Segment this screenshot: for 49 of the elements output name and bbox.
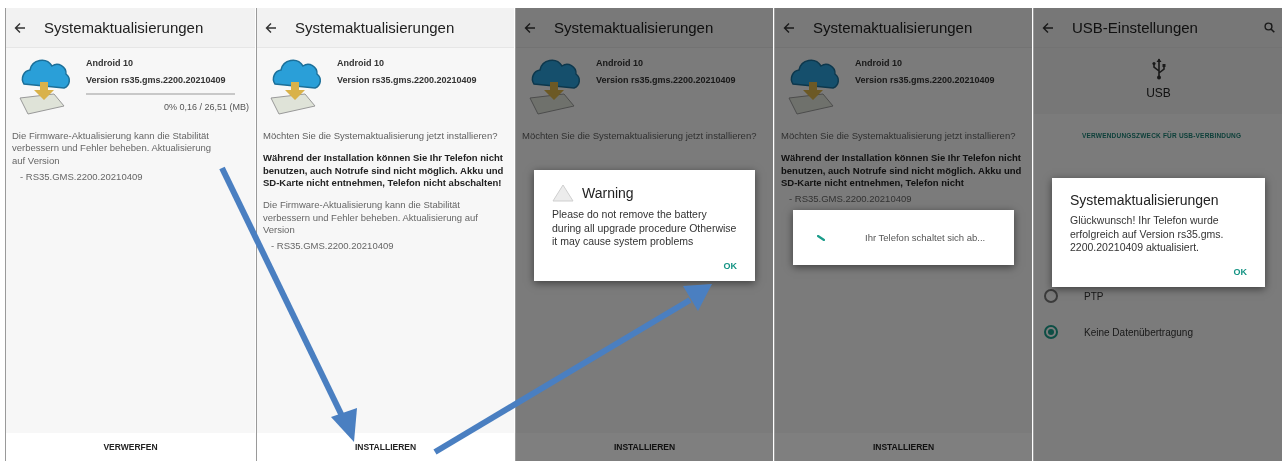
action-button[interactable]: INSTALLIEREN: [516, 433, 773, 461]
version-label: Version rs35.gms.2200.20210409: [337, 75, 478, 85]
screen-title: Systemaktualisierungen: [813, 19, 974, 36]
screen-title: Systemaktualisierungen: [44, 19, 205, 36]
ok-button[interactable]: OK: [1233, 260, 1247, 277]
version-label: Version rs35.gms.2200.20210409: [86, 75, 227, 85]
description-text: Die Firmware-Aktualisierung kann die Stabilität verbessern und Fehler beheben. Aktualisierung auf Version: [12, 130, 213, 168]
action-button[interactable]: VERWERFEN: [6, 433, 255, 461]
back-arrow-icon[interactable]: [524, 21, 536, 34]
back-arrow-icon[interactable]: [14, 21, 26, 34]
back-arrow-icon[interactable]: [1042, 21, 1054, 34]
ok-button[interactable]: OK: [723, 254, 737, 271]
loading-spinner-icon: [817, 234, 825, 241]
description-text: Die Firmware-Aktualisierung kann die Stabilität verbessern und Fehler beheben. Aktualisierung auf Version: [263, 199, 479, 237]
description-text: Möchten Sie die Systemaktualisierung jetzt installieren?: [522, 130, 758, 143]
warning-text: Während der Installation können Sie Ihr Telefon nicht benutzen, auch Notrufe sind nicht möglich. Akku und SD-Karte nicht entnehmen, Telefon nicht abschalten!: [263, 152, 505, 190]
dialog-message: Glückwunsch! Ihr Telefon wurde erfolgreich auf Version rs35.gms. 2200.20210409 aktualisiert.: [1070, 214, 1225, 255]
warning-icon: [552, 184, 574, 202]
version-label: Version rs35.gms.2200.20210409: [596, 75, 737, 85]
usb-label: USB: [1146, 86, 1171, 100]
option-label[interactable]: Keine Datenübertragung: [1084, 326, 1193, 338]
radio-button[interactable]: [1044, 325, 1058, 339]
version-list-item: - RS35.GMS.2200.20210409: [271, 240, 395, 252]
version-label: Version rs35.gms.2200.20210409: [855, 75, 996, 85]
os-name: Android 10: [855, 58, 903, 68]
option-label[interactable]: PTP: [1084, 290, 1104, 302]
action-button[interactable]: INSTALLIEREN: [257, 433, 514, 461]
dialog-message: Ihr Telefon schaltet sich ab...: [865, 232, 986, 243]
version-list-item: - RS35.GMS.2200.20210409: [20, 171, 144, 183]
screen-title: USB-Einstellungen: [1072, 19, 1199, 36]
os-name: Android 10: [337, 58, 385, 68]
action-button[interactable]: INSTALLIEREN: [775, 433, 1032, 461]
warning-text: Während der Installation können Sie Ihr Telefon nicht benutzen, auch Notrufe sind nicht möglich. Akku und SD-Karte nicht entnehmen, Telefon nicht: [781, 152, 1023, 190]
usb-icon: [1151, 58, 1166, 80]
back-arrow-icon[interactable]: [265, 21, 277, 34]
download-progress-text: 0% 0,16 / 26,51 (MB): [163, 102, 249, 112]
search-icon[interactable]: [1264, 22, 1275, 33]
dialog-message: Please do not remove the battery during all upgrade procedure Otherwise it may cause system problems: [552, 208, 737, 249]
os-name: Android 10: [596, 58, 644, 68]
description-text: Möchten Sie die Systemaktualisierung jetzt installieren?: [781, 130, 1017, 143]
radio-button[interactable]: [1044, 289, 1058, 303]
description-text: Möchten Sie die Systemaktualisierung jetzt installieren?: [263, 130, 499, 143]
screen-title: Systemaktualisierungen: [554, 19, 715, 36]
back-arrow-icon[interactable]: [783, 21, 795, 34]
dialog-title: Warning: [582, 185, 634, 201]
screen-title: Systemaktualisierungen: [295, 19, 456, 36]
dialog-title: Systemaktualisierungen: [1070, 192, 1220, 208]
os-name: Android 10: [86, 58, 134, 68]
version-list-item: - RS35.GMS.2200.20210409: [789, 193, 913, 205]
